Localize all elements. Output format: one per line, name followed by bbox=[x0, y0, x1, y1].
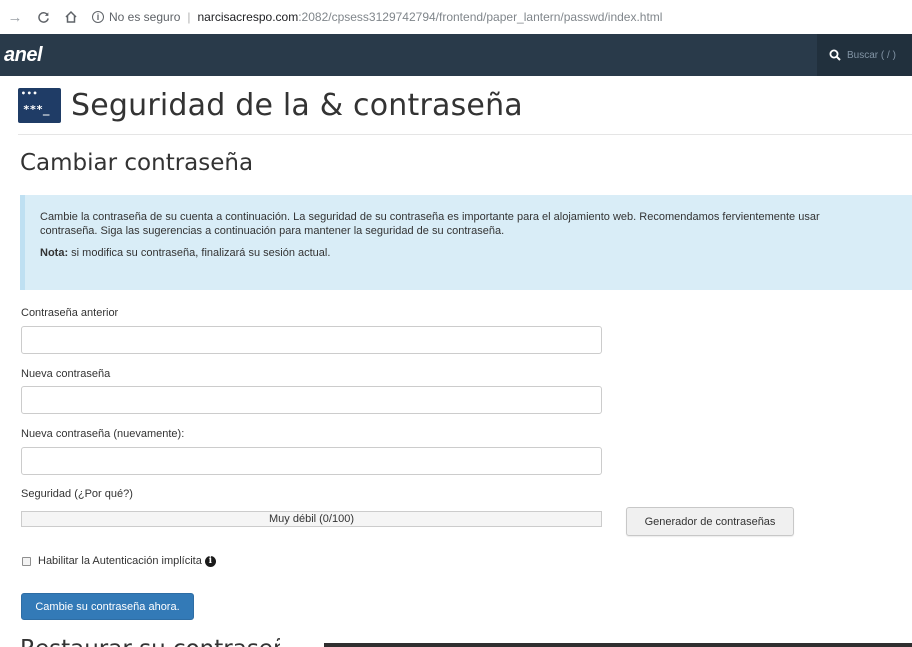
info-note: Nota: si modifica su contraseña, finaliz… bbox=[40, 246, 912, 260]
address-bar[interactable]: i No es seguro | narcisacrespo.com:2082/… bbox=[92, 5, 662, 29]
reload-icon[interactable] bbox=[32, 6, 54, 28]
search-placeholder: Buscar ( / ) bbox=[847, 49, 896, 61]
digest-auth-label[interactable]: Habilitar la Autenticación implícita bbox=[38, 555, 202, 567]
search-icon bbox=[829, 49, 841, 61]
page-title: Seguridad de la & contraseña bbox=[71, 88, 523, 123]
confirm-password-field[interactable] bbox=[21, 447, 602, 475]
info-line-2: contraseña. Siga las sugerencias a conti… bbox=[40, 225, 505, 237]
digest-auth-row: Habilitar la Autenticación implícita i bbox=[22, 555, 216, 567]
icon-dots: ••• bbox=[21, 89, 39, 98]
note-text: si modifica su contraseña, finalizará su… bbox=[68, 247, 331, 259]
confirm-password-label: Nueva contraseña (nuevamente): bbox=[21, 428, 185, 440]
address-separator: | bbox=[187, 10, 191, 24]
strength-label[interactable]: Seguridad (¿Por qué?) bbox=[21, 488, 133, 500]
security-label: No es seguro bbox=[109, 10, 181, 24]
icon-text: ***_ bbox=[23, 103, 50, 116]
cpanel-header: anel Buscar ( / ) bbox=[0, 34, 912, 76]
password-strength-meter: Muy débil (0/100) bbox=[21, 511, 602, 527]
page-header: ••• ***_ Seguridad de la & contraseña bbox=[18, 88, 523, 123]
info-icon[interactable]: i bbox=[92, 11, 104, 23]
next-section-heading: Restaurar su contraseña bbox=[20, 636, 280, 647]
cpanel-logo[interactable]: anel bbox=[4, 44, 43, 67]
back-arrow-icon[interactable]: → bbox=[4, 6, 26, 28]
info-callout: Cambie la contraseña de su cuenta a cont… bbox=[20, 195, 912, 290]
change-password-button[interactable]: Cambie su contraseña ahora. bbox=[21, 593, 194, 620]
home-icon[interactable] bbox=[60, 6, 82, 28]
info-circle-icon[interactable]: i bbox=[204, 555, 216, 567]
horizontal-scrollbar[interactable] bbox=[324, 643, 912, 647]
note-label: Nota: bbox=[40, 247, 69, 259]
strength-text: Muy débil (0/100) bbox=[269, 513, 354, 525]
password-security-icon: ••• ***_ bbox=[18, 88, 61, 123]
browser-toolbar: → i No es seguro | narcisacrespo.com:208… bbox=[0, 0, 912, 34]
info-line-1: Cambie la contraseña de su cuenta a cont… bbox=[40, 211, 820, 223]
old-password-field[interactable] bbox=[21, 326, 602, 354]
new-password-field[interactable] bbox=[21, 386, 602, 414]
old-password-label: Contraseña anterior bbox=[21, 307, 119, 319]
url-path: :2082/cpsess3129742794/frontend/paper_la… bbox=[298, 10, 663, 24]
section-heading: Cambiar contraseña bbox=[20, 150, 254, 176]
search-box[interactable]: Buscar ( / ) bbox=[817, 34, 912, 76]
digest-auth-checkbox[interactable] bbox=[22, 556, 31, 566]
password-generator-button[interactable]: Generador de contraseñas bbox=[626, 507, 794, 536]
title-divider bbox=[18, 134, 912, 135]
new-password-label: Nueva contraseña bbox=[21, 368, 111, 380]
url-host: narcisacrespo.com bbox=[197, 10, 299, 24]
next-section-heading-clip: Restaurar su contraseña bbox=[20, 636, 280, 647]
